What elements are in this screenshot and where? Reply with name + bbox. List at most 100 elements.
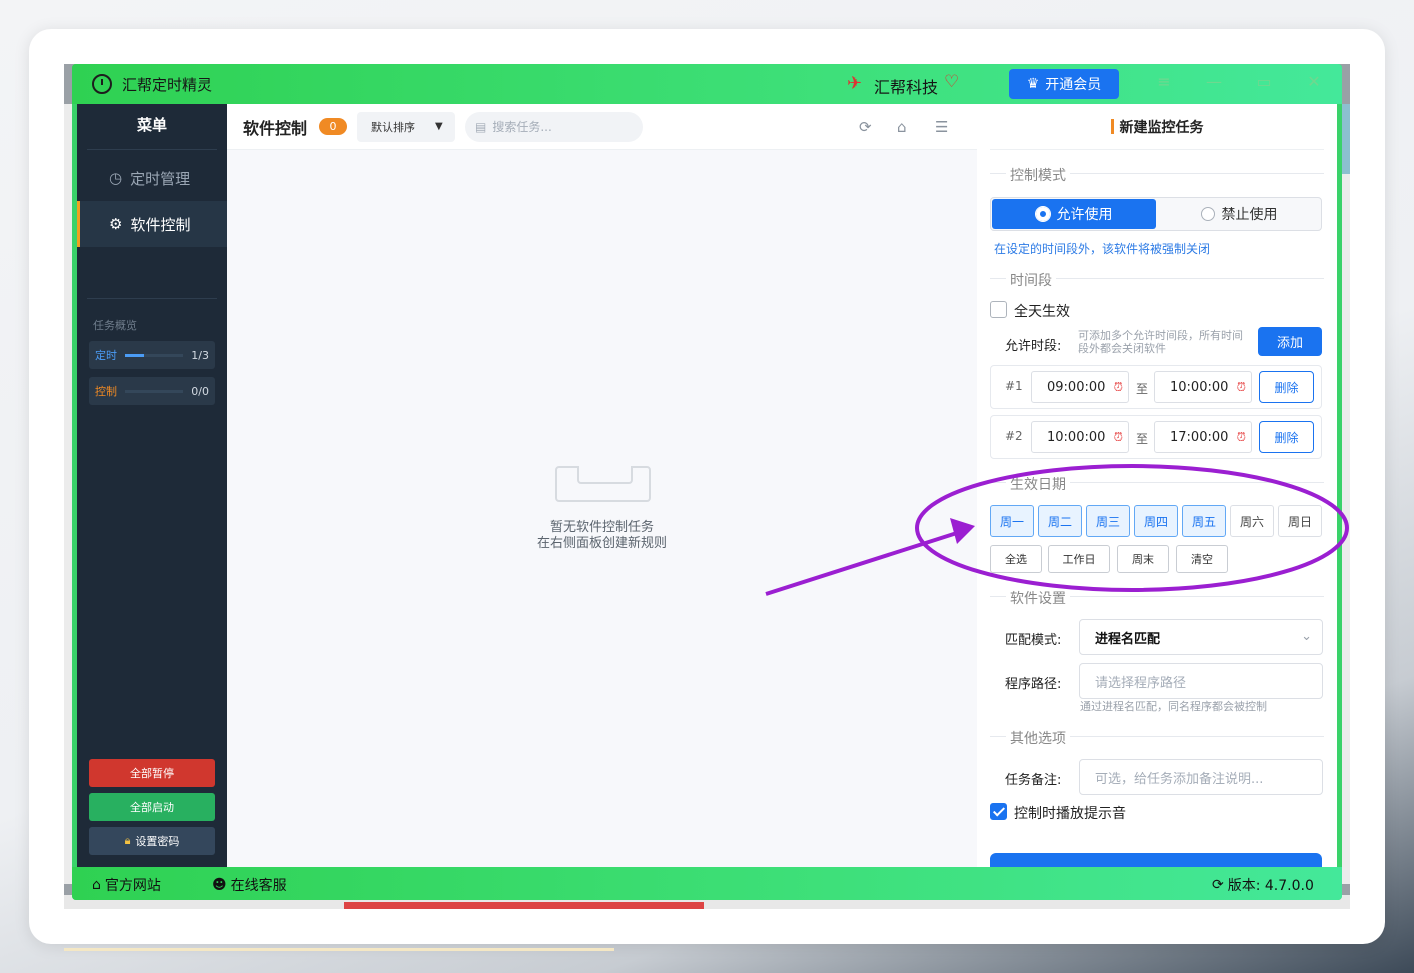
sidebar: 菜单 ◷ 定时管理 ⚙ 软件控制 任务概览 定时 1/3 控制 0/0 全部暂停… xyxy=(77,104,227,867)
sidebar-item-label: 软件控制 xyxy=(130,215,191,234)
day-wed[interactable]: 周三 xyxy=(1086,505,1130,537)
section-software: 软件设置 xyxy=(990,588,1324,608)
day-mon[interactable]: 周一 xyxy=(990,505,1034,537)
sound-label: 控制时播放提示音 xyxy=(1014,806,1126,822)
allowed-period-label: 允许时段: xyxy=(1005,339,1062,354)
match-mode-select[interactable]: 进程名匹配 ⌄ xyxy=(1079,619,1323,655)
website-link[interactable]: ⌂ 官方网站 xyxy=(92,875,161,895)
mode-deny-option[interactable]: 禁止使用 xyxy=(1157,198,1321,230)
sort-select[interactable]: 默认排序 ▼ xyxy=(357,111,456,142)
end-time-input[interactable]: 17:00:00 ⏰︎ xyxy=(1154,421,1252,453)
alarm-icon: ⏰︎ xyxy=(1236,380,1246,394)
refresh-icon[interactable]: ⟳ xyxy=(859,118,872,136)
sort-label: 默认排序 xyxy=(371,120,416,134)
crown-icon: ♛ xyxy=(1026,76,1040,92)
overview-title: 任务概览 xyxy=(93,319,137,332)
match-mode-label: 匹配模式: xyxy=(1005,633,1062,648)
vip-button-label: 开通会员 xyxy=(1045,77,1102,93)
day-thu[interactable]: 周四 xyxy=(1134,505,1178,537)
radio-icon xyxy=(1200,207,1215,221)
log-icon[interactable]: ☰ xyxy=(935,118,948,136)
mode-segmented: 允许使用 禁止使用 xyxy=(990,197,1322,231)
weekend-button[interactable]: 周末 xyxy=(1117,545,1169,573)
overview-value: 1/3 xyxy=(191,348,209,362)
close-icon[interactable]: ✕ xyxy=(1302,72,1326,91)
app-title: 汇帮定时精灵 xyxy=(122,76,213,94)
support-icon: ☻ xyxy=(212,877,227,893)
maximize-icon[interactable]: ▭ xyxy=(1252,72,1276,91)
day-sun[interactable]: 周日 xyxy=(1278,505,1322,537)
day-fri[interactable]: 周五 xyxy=(1182,505,1226,537)
overview-control: 控制 0/0 xyxy=(89,377,215,405)
empty-subtitle: 在右侧面板创建新规则 xyxy=(536,536,667,551)
main-content: 软件控制 0 默认排序 ▼ ▤ 搜索任务... ⟳ ⌂ ☰ 暂无软件控制任务 在… xyxy=(227,104,977,867)
minimize-icon[interactable]: — xyxy=(1202,72,1226,91)
menu-icon[interactable]: ≡ xyxy=(1152,72,1176,91)
sound-checkbox[interactable] xyxy=(990,803,1007,820)
brand-name[interactable]: 汇帮科技 xyxy=(874,74,938,98)
alarm-clock-icon xyxy=(92,74,112,94)
heart-icon: ♡ xyxy=(944,72,960,92)
select-all-button[interactable]: 全选 xyxy=(990,545,1042,573)
overview-progress xyxy=(125,353,184,357)
delete-slot-button[interactable]: 删除 xyxy=(1259,421,1314,453)
main-toolbar: 软件控制 0 默认排序 ▼ ▤ 搜索任务... ⟳ ⌂ ☰ xyxy=(227,104,977,150)
workday-button[interactable]: 工作日 xyxy=(1048,545,1110,573)
home-icon: ⌂ xyxy=(92,877,101,893)
delete-slot-button[interactable]: 删除 xyxy=(1259,371,1314,403)
alarm-icon: ⏰︎ xyxy=(1236,430,1246,444)
set-password-button[interactable]: 🔒︎ 设置密码 xyxy=(89,827,215,855)
chevron-down-icon: ⌄ xyxy=(1301,629,1312,644)
section-effective-date: 生效日期 xyxy=(990,474,1324,494)
set-password-label: 设置密码 xyxy=(135,835,180,848)
note-label: 任务备注: xyxy=(1005,773,1062,788)
title-bar: 汇帮定时精灵 ✈ 汇帮科技 ♡ ♛ 开通会员 ≡ — ▭ ✕ xyxy=(72,64,1342,104)
brand-logo-icon: ✈ xyxy=(847,73,863,94)
end-time-input[interactable]: 10:00:00 ⏰︎ xyxy=(1154,371,1252,403)
note-input[interactable]: 可选，给任务添加备注说明... xyxy=(1079,759,1323,795)
search-placeholder: 搜索任务... xyxy=(492,120,552,134)
start-all-button[interactable]: 全部启动 xyxy=(89,793,215,821)
add-period-button[interactable]: 添加 xyxy=(1258,327,1322,356)
section-other: 其他选项 xyxy=(990,728,1324,748)
alarm-icon: ⏰︎ xyxy=(1113,380,1123,394)
service-link[interactable]: ☻ 在线客服 xyxy=(212,875,287,895)
document-icon: ▤ xyxy=(475,119,487,134)
version-info: ⟳ 版本: 4.7.0.0 xyxy=(1212,877,1314,894)
start-time-input[interactable]: 09:00:00 ⏰︎ xyxy=(1031,371,1129,403)
time-slot-row: #2 10:00:00 ⏰︎ 至 17:00:00 ⏰︎ 删除 xyxy=(990,415,1322,459)
decorative-line xyxy=(64,948,614,951)
overview-timer: 定时 1/3 xyxy=(89,341,215,369)
section-control-mode: 控制模式 xyxy=(990,165,1324,185)
clear-button[interactable]: 清空 xyxy=(1176,545,1228,573)
section-time: 时间段 xyxy=(990,270,1324,290)
search-input[interactable]: ▤ 搜索任务... xyxy=(465,111,644,142)
sidebar-item-label: 定时管理 xyxy=(130,169,191,188)
sidebar-item-timer[interactable]: ◷ 定时管理 xyxy=(77,155,227,201)
slot-number: #1 xyxy=(1005,379,1023,393)
count-badge: 0 xyxy=(319,118,348,135)
page-title: 软件控制 xyxy=(243,118,308,138)
day-tue[interactable]: 周二 xyxy=(1038,505,1082,537)
all-day-label: 全天生效 xyxy=(1014,304,1070,320)
mode-allow-option[interactable]: 允许使用 xyxy=(992,199,1156,229)
empty-inbox-icon xyxy=(555,466,651,502)
vip-button[interactable]: ♛ 开通会员 xyxy=(1009,69,1119,99)
all-day-checkbox[interactable] xyxy=(990,301,1007,318)
program-path-input[interactable]: 请选择程序路径 xyxy=(1079,663,1323,699)
gear-icon: ⚙ xyxy=(109,215,123,233)
lock-icon: 🔒︎ xyxy=(124,834,131,847)
new-task-panel: 新建监控任务 控制模式 允许使用 禁止使用 在设定的时间段外，该软件将被强制关闭… xyxy=(977,104,1337,867)
day-sat[interactable]: 周六 xyxy=(1230,505,1274,537)
start-time-input[interactable]: 10:00:00 ⏰︎ xyxy=(1031,421,1129,453)
time-slot-row: #1 09:00:00 ⏰︎ 至 10:00:00 ⏰︎ 删除 xyxy=(990,365,1322,409)
clock-icon: ◷ xyxy=(109,169,123,187)
pause-all-button[interactable]: 全部暂停 xyxy=(89,759,215,787)
status-bar: ⌂ 官方网站 ☻ 在线客服 ⟳ 版本: 4.7.0.0 xyxy=(72,867,1342,900)
radio-icon xyxy=(1034,206,1051,222)
home-icon[interactable]: ⌂ xyxy=(897,118,907,136)
create-task-button[interactable] xyxy=(990,853,1322,867)
program-path-label: 程序路径: xyxy=(1005,677,1062,692)
sidebar-item-software-control[interactable]: ⚙ 软件控制 xyxy=(77,201,227,247)
allowed-period-hint: 可添加多个允许时间段，所有时间 段外都会关闭软件 xyxy=(1078,329,1243,355)
